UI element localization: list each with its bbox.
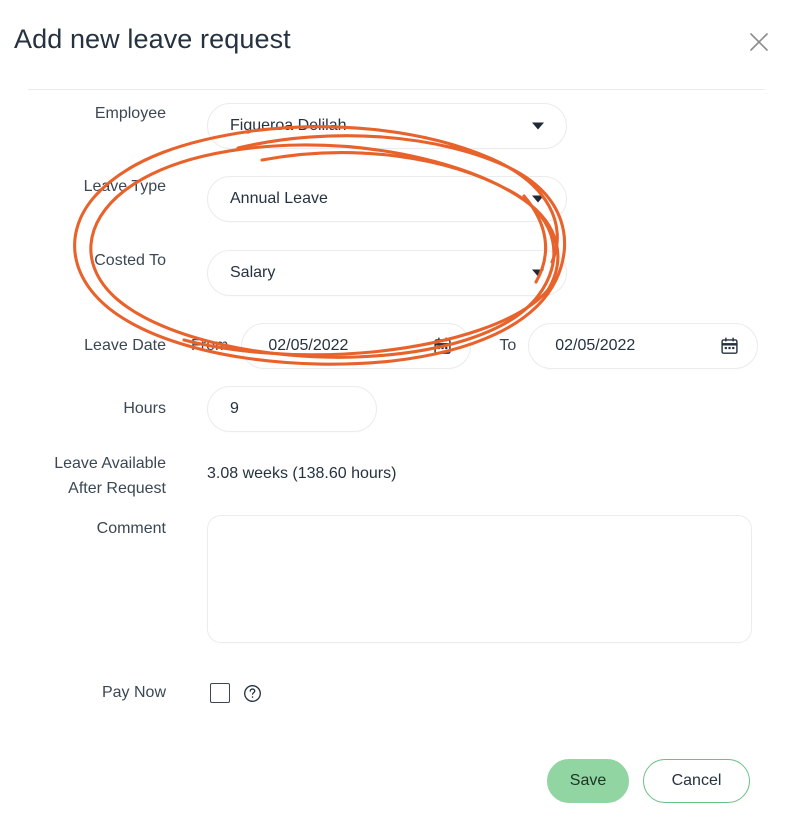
costed-to-select[interactable]: Salary	[207, 250, 567, 296]
leave-date-from-input[interactable]: 02/05/2022	[241, 323, 472, 369]
leave-available-label: Leave Available After Request	[54, 455, 166, 497]
leave-date-to-value: 02/05/2022	[555, 337, 636, 354]
comment-textarea[interactable]	[207, 515, 752, 643]
hours-control: 9	[207, 386, 377, 432]
leave-type-select[interactable]: Annual Leave	[207, 176, 567, 222]
form-row-leave-type: Leave Type Annual Leave	[0, 176, 793, 222]
form-row-hours: Hours 9	[0, 386, 793, 432]
page-title: Add new leave request	[14, 24, 291, 54]
chevron-down-icon[interactable]	[532, 269, 544, 277]
costed-to-value: Salary	[230, 264, 276, 281]
hours-input[interactable]: 9	[207, 386, 377, 432]
leave-date-from-value: 02/05/2022	[268, 337, 349, 354]
pay-now-label: Pay Now	[101, 684, 166, 701]
comment-control	[207, 515, 752, 643]
form-row-employee: Employee Figueroa Delilah	[0, 103, 793, 149]
leave-request-form: Employee Figueroa Delilah Leave Type Ann…	[0, 89, 793, 827]
dialog-footer: Save Cancel	[547, 759, 750, 803]
hours-value: 9	[230, 400, 239, 417]
employee-control: Figueroa Delilah	[207, 103, 567, 149]
leave-date-to-label: To	[499, 337, 517, 354]
costed-to-control: Salary	[207, 250, 567, 296]
form-row-comment: Comment	[0, 515, 793, 643]
chevron-down-icon[interactable]	[532, 195, 544, 203]
hours-label: Hours	[123, 400, 166, 417]
form-row-pay-now: Pay Now	[0, 682, 793, 704]
form-row-costed-to: Costed To Salary	[0, 250, 793, 296]
employee-label: Employee	[94, 105, 166, 122]
employee-select[interactable]: Figueroa Delilah	[207, 103, 567, 149]
calendar-icon[interactable]	[433, 337, 452, 356]
chevron-down-icon[interactable]	[532, 122, 544, 130]
form-row-leave-available: Leave Available After Request 3.08 weeks…	[0, 451, 793, 501]
pay-now-control	[210, 682, 262, 704]
calendar-icon[interactable]	[720, 337, 739, 356]
leave-date-from-label: From	[191, 337, 229, 354]
leave-type-label: Leave Type	[83, 178, 166, 195]
costed-to-label: Costed To	[94, 252, 166, 269]
leave-available-value: 3.08 weeks (138.60 hours)	[207, 465, 397, 482]
form-row-leave-date: Leave Date From 02/05/2022 To 02/05/2022	[0, 323, 793, 369]
cancel-button[interactable]: Cancel	[643, 759, 750, 803]
leave-type-value: Annual Leave	[230, 190, 328, 207]
leave-date-control: From 02/05/2022 To 02/05/2022	[191, 323, 759, 369]
save-button[interactable]: Save	[547, 759, 629, 803]
leave-date-label: Leave Date	[84, 337, 166, 354]
pay-now-checkbox[interactable]	[210, 683, 230, 703]
help-circle-icon[interactable]	[243, 684, 262, 703]
dialog-header: Add new leave request	[0, 0, 793, 89]
add-leave-request-dialog: Add new leave request Employee Figueroa …	[0, 0, 793, 827]
leave-available-control: 3.08 weeks (138.60 hours)	[207, 451, 396, 485]
employee-value: Figueroa Delilah	[230, 117, 347, 134]
close-icon[interactable]	[743, 26, 775, 58]
leave-type-control: Annual Leave	[207, 176, 567, 222]
leave-date-to-input[interactable]: 02/05/2022	[528, 323, 759, 369]
comment-label: Comment	[96, 520, 166, 537]
